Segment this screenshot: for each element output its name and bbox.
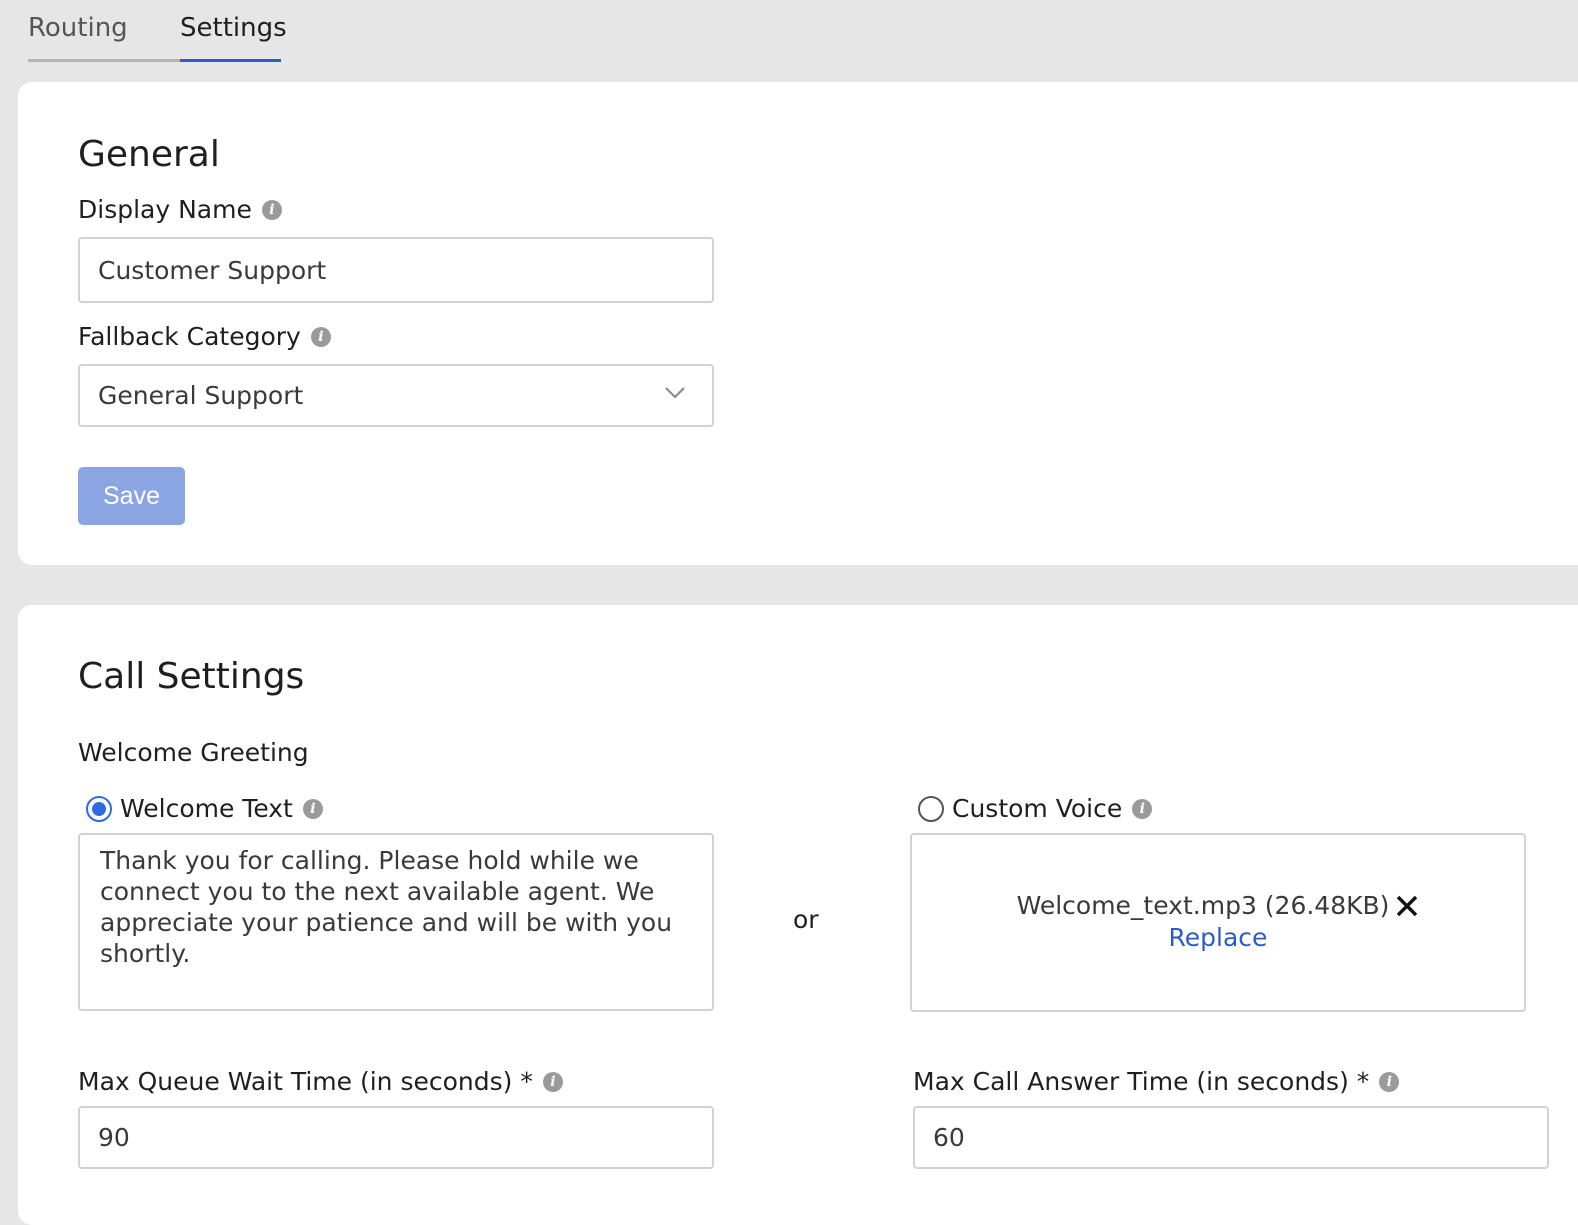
general-card: General Display Name i Customer Support … [18,82,1578,565]
max-answer-input[interactable]: 60 [913,1106,1549,1169]
replace-link[interactable]: Replace [912,923,1524,952]
max-answer-label: Max Call Answer Time (in seconds) * i [913,1067,1400,1096]
tab-routing[interactable]: Routing [28,0,180,62]
welcome-text-label: Welcome Text [120,794,293,823]
info-icon[interactable]: i [261,199,282,220]
save-button[interactable]: Save [78,467,185,525]
call-settings-title: Call Settings [78,656,305,697]
file-name: Welcome_text.mp3 (26.48KB) [1016,891,1390,920]
fallback-category-label: Fallback Category i [78,322,331,351]
info-icon[interactable]: i [302,798,323,819]
display-name-input[interactable]: Customer Support [78,237,714,303]
max-answer-label-text: Max Call Answer Time (in seconds) * [913,1067,1370,1096]
max-queue-label-text: Max Queue Wait Time (in seconds) * [78,1067,533,1096]
general-title: General [78,134,220,175]
custom-voice-dropzone[interactable]: Welcome_text.mp3 (26.48KB) Replace [910,833,1526,1012]
max-queue-input[interactable]: 90 [78,1106,714,1169]
file-info: Welcome_text.mp3 (26.48KB) [912,891,1524,920]
info-icon[interactable]: i [1132,798,1153,819]
max-queue-label: Max Queue Wait Time (in seconds) * i [78,1067,563,1096]
max-queue-value: 90 [98,1123,130,1152]
chevron-down-icon [665,387,685,399]
tab-settings[interactable]: Settings [180,0,287,62]
welcome-greeting-label: Welcome Greeting [78,738,309,767]
info-icon[interactable]: i [542,1071,563,1092]
fallback-category-label-text: Fallback Category [78,322,301,351]
display-name-label: Display Name i [78,195,282,224]
welcome-text-option[interactable]: Welcome Text i [86,794,323,823]
fallback-category-value: General Support [98,381,304,410]
custom-voice-label: Custom Voice [952,794,1123,823]
or-separator: or [793,905,819,934]
custom-voice-option[interactable]: Custom Voice i [918,794,1153,823]
welcome-text-textarea[interactable]: Thank you for calling. Please hold while… [78,833,714,1011]
fallback-category-select[interactable]: General Support [78,364,714,427]
call-settings-card: Call Settings Welcome Greeting Welcome T… [18,605,1578,1225]
display-name-label-text: Display Name [78,195,252,224]
welcome-text-radio[interactable] [86,795,112,822]
close-icon[interactable] [1395,894,1419,918]
custom-voice-radio[interactable] [918,795,944,822]
info-icon[interactable]: i [310,326,331,347]
max-answer-value: 60 [933,1123,965,1152]
info-icon[interactable]: i [1379,1071,1400,1092]
display-name-value: Customer Support [98,255,327,285]
tab-bar: Routing Settings [28,0,287,62]
